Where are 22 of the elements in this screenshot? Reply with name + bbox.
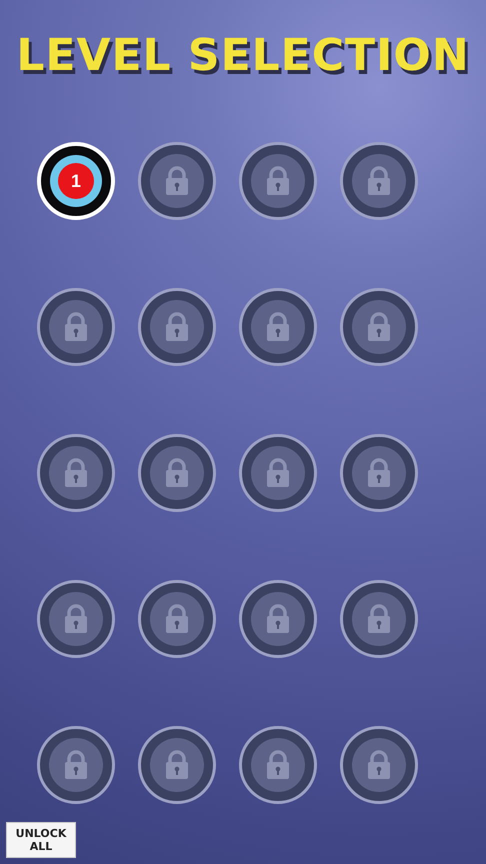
lock-icon [365,312,393,342]
lock-icon [365,604,393,634]
level-button[interactable]: 1 [37,142,115,220]
lock-icon [264,166,292,196]
lock-icon [365,458,393,488]
lock-icon [62,750,90,780]
lock-icon [62,604,90,634]
unlock-all-button[interactable]: UNLOCK ALL [6,822,76,858]
lock-icon [163,604,191,634]
lock-icon [163,458,191,488]
lock-icon [163,166,191,196]
lock-icon [365,166,393,196]
lock-icon [62,312,90,342]
title: LEVEL SELECTION [16,29,470,83]
lock-icon [163,750,191,780]
lock-icon [62,458,90,488]
lock-icon [365,750,393,780]
lock-icon [264,604,292,634]
lock-icon [264,458,292,488]
lock-icon [264,312,292,342]
lock-icon [264,750,292,780]
lock-icon [163,312,191,342]
